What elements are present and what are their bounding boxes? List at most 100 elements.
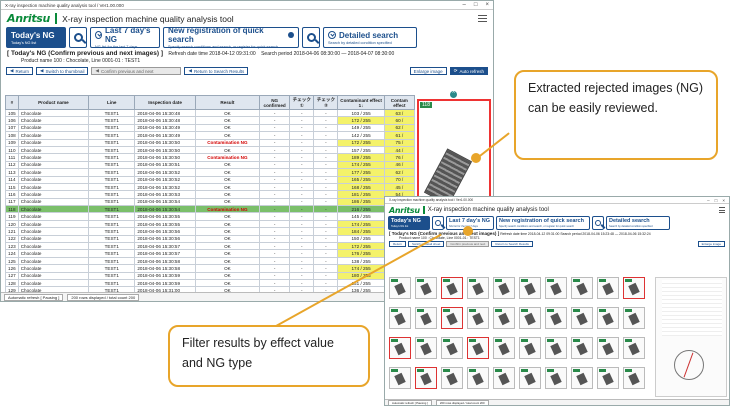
todays-ng-button[interactable]: Today's NG Today's NG list: [6, 27, 66, 48]
search-icon[interactable]: [302, 27, 320, 48]
thumbnail-image[interactable]: [623, 337, 645, 359]
table-row[interactable]: 121 Chocolate TEST1 2018-04-06 15:30:56 OK - -…: [5, 227, 416, 236]
quick-search-button[interactable]: New registration of quick search Specify…: [496, 216, 590, 230]
thumbnail-image[interactable]: [623, 367, 645, 389]
thumbnail-image[interactable]: [623, 277, 645, 299]
table-row[interactable]: 109 Chocolate TEST1 2018-04-06 15:30:50 Cont…: [5, 138, 416, 147]
table-row[interactable]: 126 Chocolate TEST1 2018-04-06 15:30:58 OK - -…: [5, 264, 416, 273]
thumbnail-image[interactable]: [571, 337, 593, 359]
search-icon[interactable]: [432, 216, 444, 230]
thumbnail-image[interactable]: [519, 337, 541, 359]
column-header[interactable]: Product name: [17, 95, 90, 110]
close-icon[interactable]: ×: [485, 2, 489, 8]
thumbnail-image[interactable]: [441, 307, 463, 329]
thumbnail-image[interactable]: [571, 277, 593, 299]
thumbnail-image[interactable]: [467, 277, 489, 299]
minimize-icon[interactable]: –: [707, 198, 710, 203]
thumbnail-image[interactable]: [415, 277, 437, 299]
column-header[interactable]: NG confirmed: [259, 95, 291, 110]
enlarge-image-button[interactable]: Enlarge image: [409, 67, 447, 75]
thumbnail-image[interactable]: [493, 337, 515, 359]
table-row[interactable]: 120 Chocolate TEST1 2018-04-06 15:30:55 OK - -…: [5, 219, 416, 229]
column-header[interactable]: Line: [88, 95, 136, 110]
thumbnail-image[interactable]: [545, 337, 567, 359]
enlarge-image-button[interactable]: Enlarge image: [697, 241, 725, 247]
thumbnail-image[interactable]: [545, 367, 567, 389]
thumbnail-image[interactable]: [467, 367, 489, 389]
thumbnail-image[interactable]: [519, 277, 541, 299]
thumbnail-image[interactable]: [597, 307, 619, 329]
thumbnail-image[interactable]: [571, 307, 593, 329]
thumbnail-image[interactable]: [389, 367, 411, 389]
table-row[interactable]: 113 Chocolate TEST1 2018-04-06 15:30:52 OK - -…: [5, 168, 416, 177]
thumbnail-image[interactable]: [415, 307, 437, 329]
table-row[interactable]: 122 Chocolate TEST1 2018-04-06 15:30:56 OK - -…: [5, 234, 416, 244]
thumbnail-image[interactable]: [519, 307, 541, 329]
thumbnail-image[interactable]: [597, 337, 619, 359]
table-row[interactable]: 115 Chocolate TEST1 2018-04-06 15:30:52 OK - -…: [5, 182, 416, 192]
thumbnail-image[interactable]: [441, 277, 463, 299]
table-row[interactable]: 124 Chocolate TEST1 2018-04-06 15:30:57 OK - -…: [5, 249, 416, 258]
table-row[interactable]: 118 Chocolate TEST1 2018-04-06 15:30:54 Cont…: [5, 205, 416, 214]
maximize-icon[interactable]: □: [715, 198, 718, 203]
table-row[interactable]: 106 Chocolate TEST1 2018-04-06 15:30:48 OK - -…: [5, 116, 416, 125]
thumbnail-image[interactable]: [389, 337, 411, 359]
thumbnail-image[interactable]: [545, 277, 567, 299]
detailed-search-button[interactable]: Detailed search Search by detailed condi…: [606, 216, 670, 230]
switch-thumbnail-button[interactable]: ◀ Switch to thumbnail: [35, 67, 89, 75]
thumbnail-image[interactable]: [493, 367, 515, 389]
table-row[interactable]: 107 Chocolate TEST1 2018-04-06 15:30:49 OK - -…: [5, 123, 416, 133]
table-row[interactable]: 117 Chocolate TEST1 2018-04-06 15:30:54 OK - -…: [5, 197, 416, 207]
table-row[interactable]: 127 Chocolate TEST1 2018-04-06 15:30:59 OK - -…: [5, 271, 416, 281]
hamburger-menu-icon[interactable]: [719, 207, 725, 213]
column-header[interactable]: #: [5, 95, 19, 110]
table-row[interactable]: 105 Chocolate TEST1 2018-04-06 15:30:48 OK - -…: [5, 108, 416, 118]
close-icon[interactable]: ×: [722, 198, 725, 203]
maximize-icon[interactable]: □: [474, 2, 478, 8]
thumbnail-image[interactable]: [597, 367, 619, 389]
last-7-days-ng-button[interactable]: Last 7 day's NG NG list for the last 7 d…: [90, 26, 160, 49]
column-header[interactable]: Contaminant effect 1↓: [337, 95, 385, 110]
thumbnail-image[interactable]: [545, 307, 567, 329]
column-header[interactable]: チェック①: [289, 95, 315, 110]
thumbnail-image[interactable]: [441, 367, 463, 389]
thumbnail-image[interactable]: [519, 367, 541, 389]
search-icon[interactable]: [592, 216, 604, 230]
thumbnail-image[interactable]: [467, 307, 489, 329]
thumbnail-image[interactable]: [389, 277, 411, 299]
confirm-prev-next-button[interactable]: Confirm previous and next: [446, 241, 490, 247]
return-button[interactable]: ◀ Return: [6, 67, 33, 75]
table-row[interactable]: 108 Chocolate TEST1 2018-04-06 15:30:49 OK - -…: [5, 131, 416, 140]
image-nav-icon[interactable]: ^: [450, 91, 457, 98]
table-row[interactable]: 114 Chocolate TEST1 2018-04-06 15:30:52 OK - -…: [5, 175, 416, 184]
confirm-prev-next-button[interactable]: ◀ Confirm previous and next: [91, 67, 182, 75]
quick-search-button[interactable]: New registration of quick search Specify…: [163, 26, 299, 49]
return-results-button[interactable]: ◀ Return to Search Results: [184, 67, 249, 75]
todays-ng-button[interactable]: Today's NG Today's NG list: [388, 216, 430, 230]
table-row[interactable]: 112 Chocolate TEST1 2018-04-06 15:30:51 OK - -…: [5, 160, 416, 170]
return-button[interactable]: Return: [389, 241, 407, 247]
thumbnail-image[interactable]: [623, 307, 645, 329]
thumbnail-image[interactable]: [467, 337, 489, 359]
table-row[interactable]: 123 Chocolate TEST1 2018-04-06 15:30:57 OK - -…: [5, 242, 416, 251]
column-header[interactable]: チェック②: [313, 95, 339, 110]
thumbnail-image[interactable]: [493, 307, 515, 329]
column-header[interactable]: Result: [194, 95, 261, 110]
table-row[interactable]: 119 Chocolate TEST1 2018-04-06 15:30:55 OK - -…: [5, 212, 416, 221]
table-row[interactable]: 116 Chocolate TEST1 2018-04-06 15:30:53 OK - -…: [5, 190, 416, 199]
thumbnail-image[interactable]: [571, 367, 593, 389]
hamburger-menu-icon[interactable]: [478, 15, 487, 22]
thumbnail-image[interactable]: [415, 367, 437, 389]
table-row[interactable]: 111 Chocolate TEST1 2018-04-06 15:30:50 Cont…: [5, 153, 416, 162]
return-results-button[interactable]: Return to Search Results: [491, 241, 533, 247]
thumbnail-image[interactable]: [597, 277, 619, 299]
table-row[interactable]: 110 Chocolate TEST1 2018-04-06 15:30:50 OK - -…: [5, 145, 416, 155]
thumbnail-image[interactable]: [389, 307, 411, 329]
thumbnail-image[interactable]: [415, 337, 437, 359]
minimize-icon[interactable]: –: [463, 2, 466, 8]
table-row[interactable]: 125 Chocolate TEST1 2018-04-06 15:30:58 OK - -…: [5, 256, 416, 266]
detailed-search-button[interactable]: Detailed search Search by detailed condi…: [323, 27, 417, 48]
auto-refresh-button[interactable]: ⟳ Auto refresh: [449, 67, 488, 75]
thumbnail-image[interactable]: [441, 337, 463, 359]
column-header[interactable]: Contam effect: [383, 95, 416, 110]
